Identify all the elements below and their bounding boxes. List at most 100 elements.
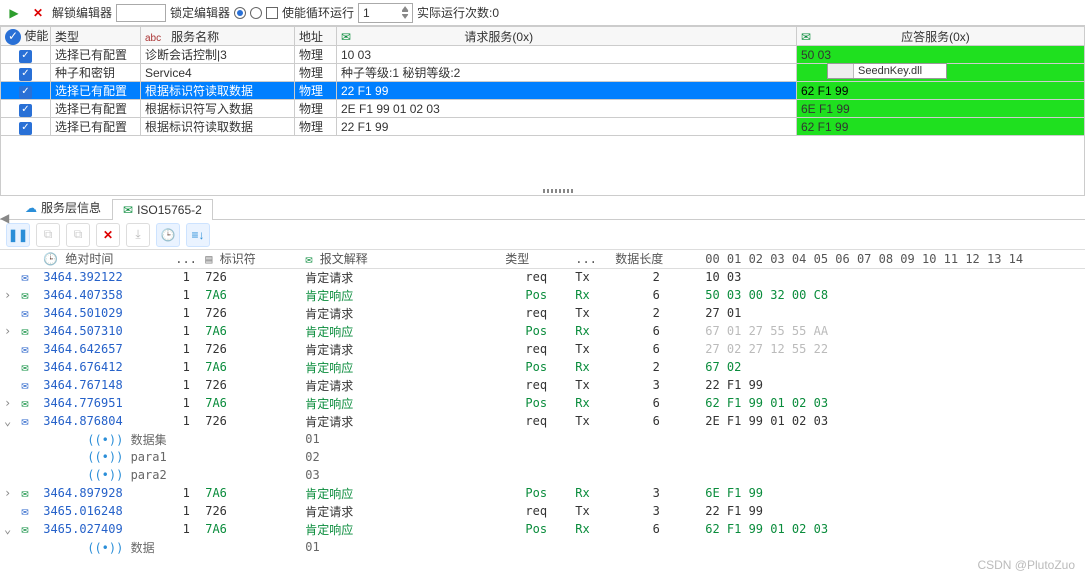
log-subrow[interactable]: ((•)) 数据 01 (0, 538, 1085, 556)
cell-dir: Rx (571, 520, 611, 538)
cell-bytes: 67 01 27 55 55 AA (701, 322, 1085, 340)
col-dots[interactable]: ... (171, 250, 201, 268)
export-button[interactable]: ⤓ (126, 223, 150, 247)
log-row[interactable]: ✉ 3464.642657 1 726 肯定请求 req Tx 6 27 02 … (0, 340, 1085, 358)
row-checkbox[interactable]: ✓ (19, 50, 32, 63)
cell-service: 根据标识符写入数据 (141, 100, 295, 118)
run-button[interactable]: ▶ (4, 3, 24, 23)
cell-msg: 肯定响应 (301, 322, 501, 340)
log-row[interactable]: › ✉ 3464.407358 1 7A6 肯定响应 Pos Rx 6 50 0… (0, 286, 1085, 304)
envelope-icon: ✉ (801, 30, 811, 44)
lock-radio-on[interactable] (234, 7, 246, 19)
service-grid[interactable]: ✓ 使能 类型 abc 服务名称 地址 ✉ 请求服务(0x) ✉ 应答服务(0x… (0, 26, 1085, 136)
cell-bytes: 27 02 27 12 55 22 (701, 340, 1085, 358)
col-time[interactable]: 🕒 绝对时间 (39, 250, 171, 268)
log-row[interactable]: ⌄ ✉ 3465.027409 1 7A6 肯定响应 Pos Rx 6 62 F… (0, 520, 1085, 538)
cell-len: 3 (611, 484, 701, 502)
splitter-handle[interactable] (543, 189, 573, 193)
log-row[interactable]: ✉ 3465.016248 1 726 肯定请求 req Tx 3 22 F1 … (0, 502, 1085, 520)
cell-msg: 肯定响应 (301, 394, 501, 412)
stop-button[interactable]: ✕ (28, 3, 48, 23)
log-subrow[interactable]: ((•)) para1 02 (0, 448, 1085, 466)
lock-radio-off[interactable] (250, 7, 262, 19)
expand-icon[interactable]: › (4, 396, 14, 410)
log-row[interactable]: › ✉ 3464.897928 1 7A6 肯定响应 Pos Rx 3 6E F… (0, 484, 1085, 502)
log-row[interactable]: › ✉ 3464.776951 1 7A6 肯定响应 Pos Rx 6 62 F… (0, 394, 1085, 412)
loop-count-spinner[interactable]: 1 (358, 3, 413, 23)
tool-btn-1[interactable]: ⧉ (36, 223, 60, 247)
col-len[interactable]: 数据长度 (611, 250, 701, 268)
cell-time: 3464.897928 (39, 484, 171, 502)
envelope-icon: ✉ (21, 324, 35, 338)
row-checkbox[interactable]: ✓ (19, 86, 32, 99)
log-row[interactable]: ✉ 3464.501029 1 726 肯定请求 req Tx 2 27 01 (0, 304, 1085, 322)
log-row[interactable]: ✉ 3464.676412 1 7A6 肯定响应 Pos Rx 2 67 02 (0, 358, 1085, 376)
pause-button[interactable]: ❚❚ (6, 223, 30, 247)
col-resp[interactable]: ✉ 应答服务(0x) (797, 27, 1085, 46)
tab-iso15765[interactable]: ✉ISO15765-2 (112, 199, 213, 220)
cell-resp: 62 F1 99 (797, 118, 1085, 136)
cell-len: 3 (611, 502, 701, 520)
cell-n: 1 (171, 520, 201, 538)
col-msg[interactable]: ✉ 报文解释 (301, 250, 501, 268)
cell-req: 22 F1 99 (337, 82, 797, 100)
editor-input[interactable] (116, 4, 166, 22)
log-subrow[interactable]: ((•)) para2 03 (0, 466, 1085, 484)
cell-dir: Tx (571, 304, 611, 322)
tab-service-layer[interactable]: ☁服务层信息 (14, 195, 112, 219)
cell-id: 726 (201, 376, 301, 394)
cell-time: 3464.776951 (39, 394, 171, 412)
cell-time: 3464.767148 (39, 376, 171, 394)
expand-icon[interactable]: ⌄ (4, 522, 14, 536)
cell-id: 7A6 (201, 394, 301, 412)
cell-msg: 肯定请求 (301, 412, 501, 430)
col-enable[interactable]: ✓ 使能 (1, 27, 51, 46)
clear-button[interactable]: ✕ (96, 223, 120, 247)
expand-icon[interactable]: › (4, 288, 14, 302)
col-addr[interactable]: 地址 (295, 27, 337, 46)
cell-time: 3464.501029 (39, 304, 171, 322)
cell-req: 2E F1 99 01 02 03 (337, 100, 797, 118)
cell-type: 选择已有配置 (51, 100, 141, 118)
row-checkbox[interactable]: ✓ (19, 122, 32, 135)
col-id[interactable]: ▤ 标识符 (201, 250, 301, 268)
time-mode-button[interactable]: 🕒 (156, 223, 180, 247)
col-type[interactable]: 类型 (51, 27, 141, 46)
grid-row[interactable]: ✓选择已有配置诊断会话控制|3物理10 0350 03 (1, 46, 1085, 64)
col-service[interactable]: abc 服务名称 (141, 27, 295, 46)
seed-dll-box[interactable]: SeednKey.dll (827, 63, 947, 79)
cell-time: 3464.407358 (39, 286, 171, 304)
expand-icon[interactable]: › (4, 486, 14, 500)
cell-type: 选择已有配置 (51, 46, 141, 64)
log-row[interactable]: ⌄ ✉ 3464.876804 1 726 肯定请求 req Tx 6 2E F… (0, 412, 1085, 430)
grid-row[interactable]: ✓选择已有配置根据标识符写入数据物理2E F1 99 01 02 036E F1… (1, 100, 1085, 118)
grid-row[interactable]: ✓选择已有配置根据标识符读取数据物理22 F1 9962 F1 99 (1, 118, 1085, 136)
cell-msg: 肯定请求 (301, 304, 501, 322)
tool-btn-2[interactable]: ⧉ (66, 223, 90, 247)
tab-scroll-left[interactable]: ◀ (0, 208, 8, 228)
log-row[interactable]: ✉ 3464.392122 1 726 肯定请求 req Tx 2 10 03 (0, 268, 1085, 286)
loop-checkbox[interactable] (266, 7, 278, 19)
envelope-icon: ✉ (21, 288, 35, 302)
cell-msg: 肯定响应 (301, 358, 501, 376)
col-dir[interactable]: ... (571, 250, 611, 268)
check-all-icon[interactable]: ✓ (5, 29, 21, 45)
row-checkbox[interactable]: ✓ (19, 104, 32, 117)
col-kind[interactable]: 类型 (501, 250, 571, 268)
row-checkbox[interactable]: ✓ (19, 68, 32, 81)
cell-id: 726 (201, 268, 301, 286)
cell-req: 种子等级:1 秘钥等级:2 (337, 64, 797, 82)
sort-button[interactable]: ≡↓ (186, 223, 210, 247)
expand-icon[interactable]: ⌄ (4, 414, 14, 428)
col-bytes[interactable]: 00 01 02 03 04 05 06 07 08 09 10 11 12 1… (701, 250, 1085, 268)
cell-kind: Pos (501, 286, 571, 304)
col-req[interactable]: ✉ 请求服务(0x) (337, 27, 797, 46)
cell-len: 2 (611, 268, 701, 286)
log-subrow[interactable]: ((•)) 数据集 01 (0, 430, 1085, 448)
log-table[interactable]: 🕒 绝对时间 ... ▤ 标识符 ✉ 报文解释 类型 ... 数据长度 00 0… (0, 250, 1085, 556)
grid-row[interactable]: ✓选择已有配置根据标识符读取数据物理22 F1 9962 F1 99 (1, 82, 1085, 100)
log-row[interactable]: ✉ 3464.767148 1 726 肯定请求 req Tx 3 22 F1 … (0, 376, 1085, 394)
cell-req: 10 03 (337, 46, 797, 64)
log-row[interactable]: › ✉ 3464.507310 1 7A6 肯定响应 Pos Rx 6 67 0… (0, 322, 1085, 340)
expand-icon[interactable]: › (4, 324, 14, 338)
